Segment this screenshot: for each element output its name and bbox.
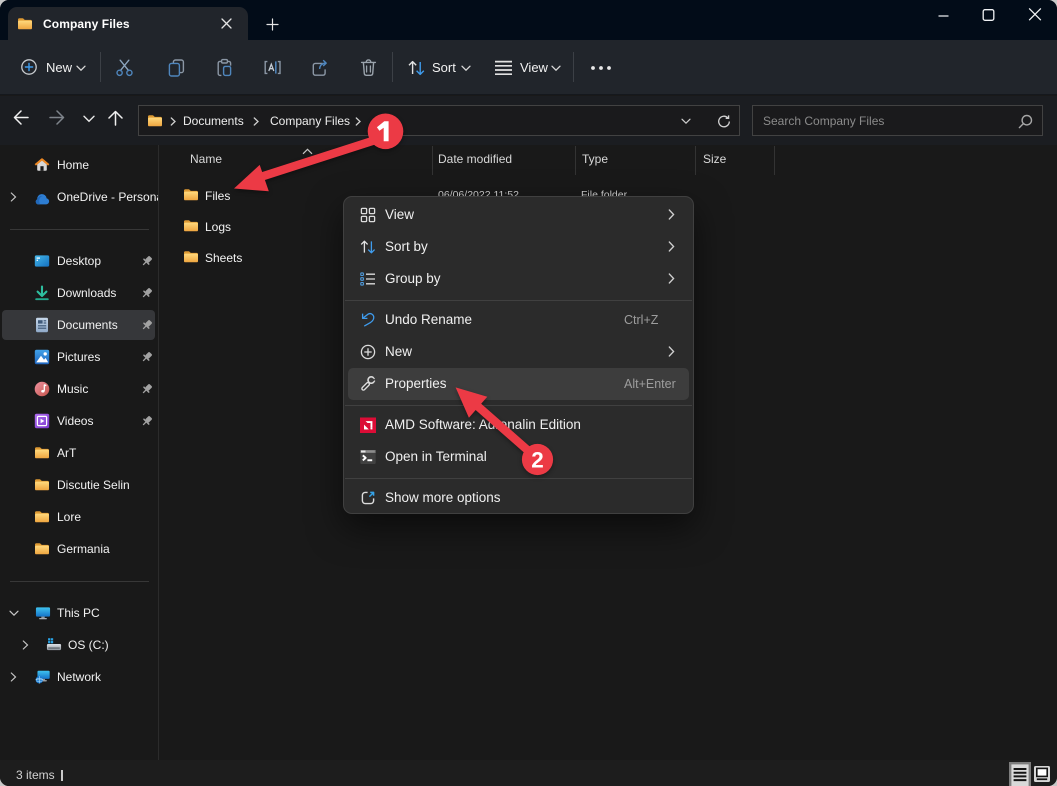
- svg-text:2: 2: [531, 448, 544, 473]
